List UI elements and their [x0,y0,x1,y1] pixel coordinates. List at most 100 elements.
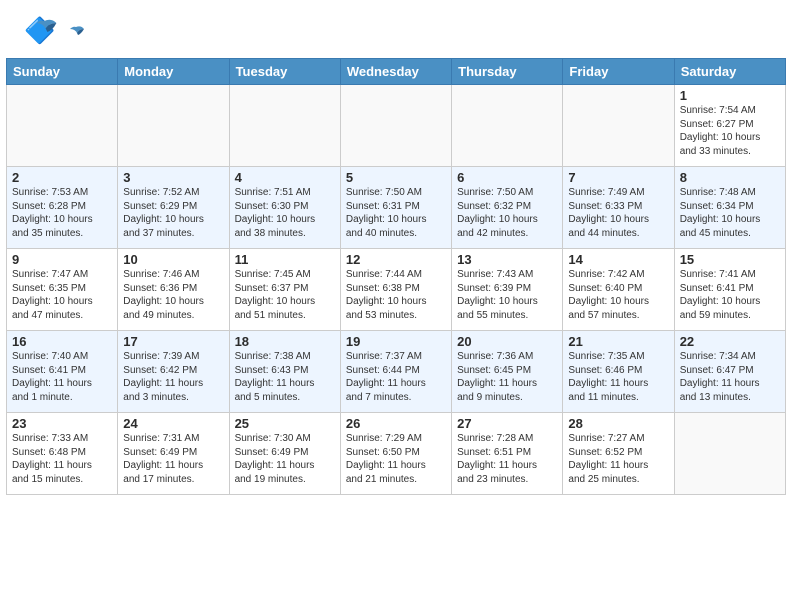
weekday-header-thursday: Thursday [452,59,563,85]
day-number: 3 [123,170,223,185]
logo-icon: 🔷 [24,14,60,50]
day-number: 20 [457,334,557,349]
day-number: 13 [457,252,557,267]
day-info: Sunrise: 7:46 AM Sunset: 6:36 PM Dayligh… [123,268,223,322]
weekday-header-friday: Friday [563,59,674,85]
day-info: Sunrise: 7:54 AM Sunset: 6:27 PM Dayligh… [680,104,780,158]
calendar-cell: 8Sunrise: 7:48 AM Sunset: 6:34 PM Daylig… [674,167,785,249]
calendar-cell: 23Sunrise: 7:33 AM Sunset: 6:48 PM Dayli… [7,413,118,495]
day-info: Sunrise: 7:31 AM Sunset: 6:49 PM Dayligh… [123,432,223,486]
calendar-cell [118,85,229,167]
day-number: 15 [680,252,780,267]
day-info: Sunrise: 7:39 AM Sunset: 6:42 PM Dayligh… [123,350,223,404]
calendar-cell: 20Sunrise: 7:36 AM Sunset: 6:45 PM Dayli… [452,331,563,413]
day-info: Sunrise: 7:48 AM Sunset: 6:34 PM Dayligh… [680,186,780,240]
calendar-cell: 15Sunrise: 7:41 AM Sunset: 6:41 PM Dayli… [674,249,785,331]
day-info: Sunrise: 7:36 AM Sunset: 6:45 PM Dayligh… [457,350,557,404]
calendar-cell: 27Sunrise: 7:28 AM Sunset: 6:51 PM Dayli… [452,413,563,495]
calendar-cell: 17Sunrise: 7:39 AM Sunset: 6:42 PM Dayli… [118,331,229,413]
calendar-cell: 25Sunrise: 7:30 AM Sunset: 6:49 PM Dayli… [229,413,340,495]
calendar-cell: 5Sunrise: 7:50 AM Sunset: 6:31 PM Daylig… [340,167,451,249]
day-info: Sunrise: 7:52 AM Sunset: 6:29 PM Dayligh… [123,186,223,240]
weekday-header-saturday: Saturday [674,59,785,85]
day-number: 19 [346,334,446,349]
weekday-header-monday: Monday [118,59,229,85]
calendar-cell: 7Sunrise: 7:49 AM Sunset: 6:33 PM Daylig… [563,167,674,249]
day-number: 28 [568,416,668,431]
day-info: Sunrise: 7:35 AM Sunset: 6:46 PM Dayligh… [568,350,668,404]
day-number: 27 [457,416,557,431]
day-info: Sunrise: 7:47 AM Sunset: 6:35 PM Dayligh… [12,268,112,322]
weekday-header-tuesday: Tuesday [229,59,340,85]
day-info: Sunrise: 7:27 AM Sunset: 6:52 PM Dayligh… [568,432,668,486]
day-info: Sunrise: 7:45 AM Sunset: 6:37 PM Dayligh… [235,268,335,322]
calendar-cell [7,85,118,167]
weekday-header-sunday: Sunday [7,59,118,85]
day-number: 1 [680,88,780,103]
calendar-cell [563,85,674,167]
day-number: 16 [12,334,112,349]
calendar-table: SundayMondayTuesdayWednesdayThursdayFrid… [6,58,786,495]
day-info: Sunrise: 7:42 AM Sunset: 6:40 PM Dayligh… [568,268,668,322]
calendar-cell [452,85,563,167]
day-number: 9 [12,252,112,267]
day-number: 2 [12,170,112,185]
calendar-cell: 4Sunrise: 7:51 AM Sunset: 6:30 PM Daylig… [229,167,340,249]
day-number: 22 [680,334,780,349]
calendar-cell: 3Sunrise: 7:52 AM Sunset: 6:29 PM Daylig… [118,167,229,249]
calendar-cell: 19Sunrise: 7:37 AM Sunset: 6:44 PM Dayli… [340,331,451,413]
day-number: 14 [568,252,668,267]
calendar-cell: 1Sunrise: 7:54 AM Sunset: 6:27 PM Daylig… [674,85,785,167]
day-number: 11 [235,252,335,267]
day-number: 12 [346,252,446,267]
day-info: Sunrise: 7:53 AM Sunset: 6:28 PM Dayligh… [12,186,112,240]
day-number: 8 [680,170,780,185]
day-info: Sunrise: 7:33 AM Sunset: 6:48 PM Dayligh… [12,432,112,486]
calendar-cell: 24Sunrise: 7:31 AM Sunset: 6:49 PM Dayli… [118,413,229,495]
day-info: Sunrise: 7:51 AM Sunset: 6:30 PM Dayligh… [235,186,335,240]
day-info: Sunrise: 7:29 AM Sunset: 6:50 PM Dayligh… [346,432,446,486]
day-info: Sunrise: 7:43 AM Sunset: 6:39 PM Dayligh… [457,268,557,322]
calendar-cell: 14Sunrise: 7:42 AM Sunset: 6:40 PM Dayli… [563,249,674,331]
logo-bird-icon [66,25,86,41]
day-info: Sunrise: 7:41 AM Sunset: 6:41 PM Dayligh… [680,268,780,322]
day-number: 5 [346,170,446,185]
day-number: 7 [568,170,668,185]
day-info: Sunrise: 7:30 AM Sunset: 6:49 PM Dayligh… [235,432,335,486]
calendar-cell: 26Sunrise: 7:29 AM Sunset: 6:50 PM Dayli… [340,413,451,495]
calendar-cell: 2Sunrise: 7:53 AM Sunset: 6:28 PM Daylig… [7,167,118,249]
day-info: Sunrise: 7:50 AM Sunset: 6:32 PM Dayligh… [457,186,557,240]
day-number: 17 [123,334,223,349]
day-number: 25 [235,416,335,431]
calendar-cell: 9Sunrise: 7:47 AM Sunset: 6:35 PM Daylig… [7,249,118,331]
day-number: 24 [123,416,223,431]
calendar-cell: 12Sunrise: 7:44 AM Sunset: 6:38 PM Dayli… [340,249,451,331]
day-number: 23 [12,416,112,431]
day-number: 4 [235,170,335,185]
calendar-cell: 22Sunrise: 7:34 AM Sunset: 6:47 PM Dayli… [674,331,785,413]
day-info: Sunrise: 7:34 AM Sunset: 6:47 PM Dayligh… [680,350,780,404]
calendar-cell [229,85,340,167]
day-number: 26 [346,416,446,431]
day-number: 10 [123,252,223,267]
weekday-header-wednesday: Wednesday [340,59,451,85]
calendar-cell: 28Sunrise: 7:27 AM Sunset: 6:52 PM Dayli… [563,413,674,495]
calendar-cell: 11Sunrise: 7:45 AM Sunset: 6:37 PM Dayli… [229,249,340,331]
calendar-cell: 6Sunrise: 7:50 AM Sunset: 6:32 PM Daylig… [452,167,563,249]
calendar-cell: 18Sunrise: 7:38 AM Sunset: 6:43 PM Dayli… [229,331,340,413]
day-info: Sunrise: 7:38 AM Sunset: 6:43 PM Dayligh… [235,350,335,404]
calendar-cell: 16Sunrise: 7:40 AM Sunset: 6:41 PM Dayli… [7,331,118,413]
day-info: Sunrise: 7:44 AM Sunset: 6:38 PM Dayligh… [346,268,446,322]
calendar-cell [340,85,451,167]
day-info: Sunrise: 7:28 AM Sunset: 6:51 PM Dayligh… [457,432,557,486]
day-info: Sunrise: 7:49 AM Sunset: 6:33 PM Dayligh… [568,186,668,240]
day-number: 21 [568,334,668,349]
calendar-cell: 10Sunrise: 7:46 AM Sunset: 6:36 PM Dayli… [118,249,229,331]
calendar-cell: 21Sunrise: 7:35 AM Sunset: 6:46 PM Dayli… [563,331,674,413]
day-number: 6 [457,170,557,185]
day-info: Sunrise: 7:37 AM Sunset: 6:44 PM Dayligh… [346,350,446,404]
logo: 🔷 [24,14,86,50]
day-info: Sunrise: 7:40 AM Sunset: 6:41 PM Dayligh… [12,350,112,404]
day-info: Sunrise: 7:50 AM Sunset: 6:31 PM Dayligh… [346,186,446,240]
day-number: 18 [235,334,335,349]
